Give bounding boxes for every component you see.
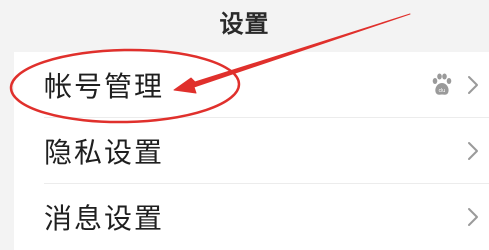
svg-text:du: du	[439, 88, 446, 94]
settings-item-label: 帐号管理	[44, 70, 165, 103]
chevron-right-icon	[468, 142, 478, 160]
settings-item-label: 消息设置	[44, 202, 165, 235]
settings-item-account-management[interactable]: 帐号管理 du	[14, 52, 489, 118]
chevron-right-icon	[468, 76, 478, 94]
settings-item-messages[interactable]: 消息设置	[14, 184, 489, 250]
settings-item-privacy[interactable]: 隐私设置	[14, 118, 489, 184]
chevron-right-icon	[468, 208, 478, 226]
settings-list: 帐号管理 du 隐私设置 消息设置	[14, 52, 489, 250]
page-title: 设置	[219, 10, 270, 38]
settings-item-label: 隐私设置	[44, 136, 165, 169]
baidu-paw-icon: du	[432, 73, 452, 95]
